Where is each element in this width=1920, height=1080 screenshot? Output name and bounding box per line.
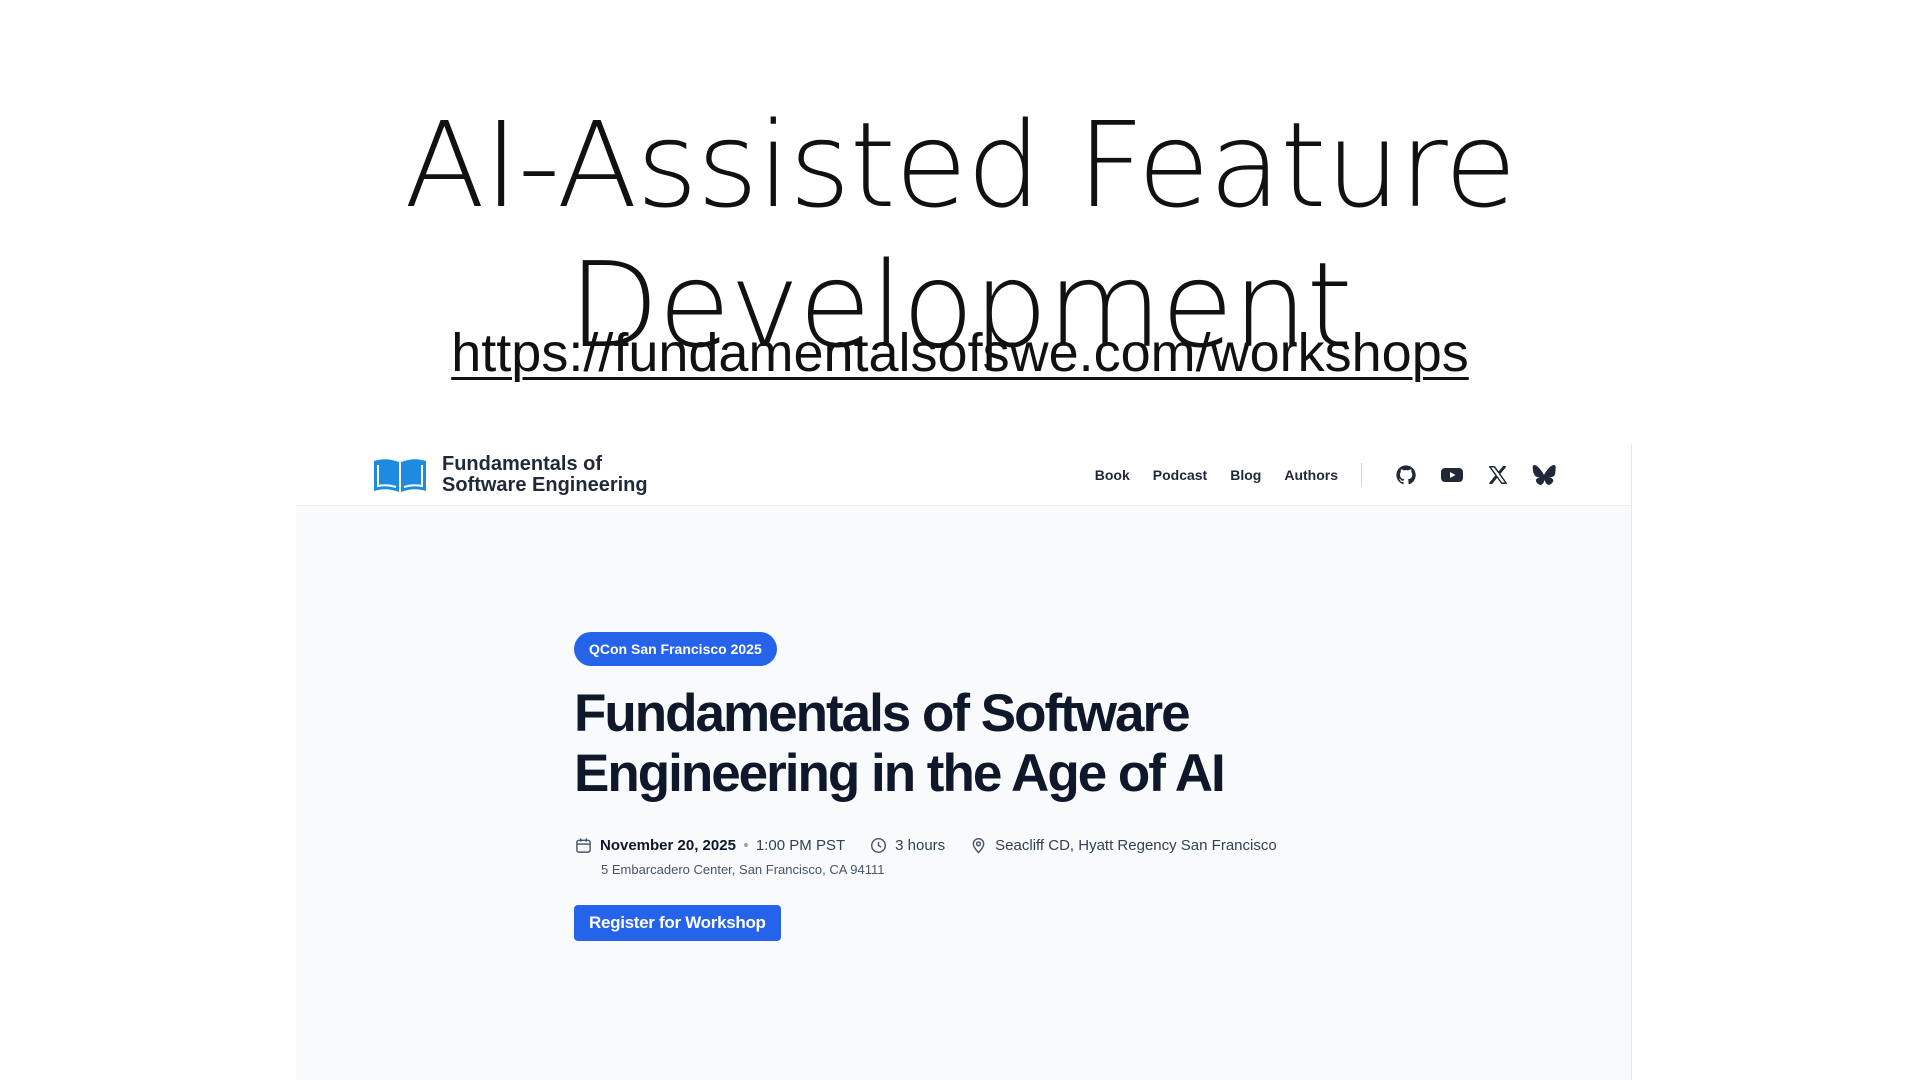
main-nav: Book Podcast Blog Authors	[1072, 444, 1556, 506]
event-title-line2: Engineering in the Age of AI	[574, 744, 1226, 803]
event-date: November 20, 2025	[600, 836, 736, 854]
github-icon[interactable]	[1394, 463, 1418, 487]
separator-dot	[743, 843, 748, 847]
event-meta: November 20, 2025 1:00 PM PST 3 hours Se…	[574, 834, 1474, 856]
map-pin-icon	[969, 836, 987, 854]
presentation-slide: AI-Assisted Feature Development https://…	[0, 0, 1920, 1080]
event-title-line1: Fundamentals of Software	[574, 684, 1191, 743]
event-duration-group: 3 hours	[869, 836, 945, 854]
nav-podcast[interactable]: Podcast	[1153, 467, 1207, 483]
slide-url-container: https://fundamentalsofswe.com/workshops	[0, 318, 1920, 388]
youtube-icon[interactable]	[1440, 463, 1464, 487]
event-venue: Seacliff CD, Hyatt Regency San Francisco	[995, 836, 1277, 854]
nav-divider	[1361, 463, 1362, 487]
brand-logo-link[interactable]: Fundamentals of Software Engineering	[372, 451, 648, 499]
register-workshop-button[interactable]: Register for Workshop	[574, 905, 781, 941]
event-duration: 3 hours	[895, 836, 946, 854]
event-hero: QCon San Francisco 2025 Fundamentals of …	[574, 632, 1474, 941]
nav-book[interactable]: Book	[1095, 467, 1130, 483]
nav-authors[interactable]: Authors	[1284, 467, 1338, 483]
open-book-icon	[374, 459, 426, 492]
brand-name: Fundamentals of Software Engineering	[442, 454, 648, 496]
calendar-icon	[574, 836, 592, 854]
event-badge: QCon San Francisco 2025	[574, 632, 777, 666]
event-address: 5 Embarcadero Center, San Francisco, CA …	[601, 862, 885, 877]
nav-blog[interactable]: Blog	[1230, 467, 1261, 483]
brand-name-line2: Software Engineering	[442, 474, 648, 496]
site-header: Fundamentals of Software Engineering Boo…	[296, 444, 1631, 506]
x-icon[interactable]	[1486, 463, 1510, 487]
bluesky-icon[interactable]	[1532, 463, 1556, 487]
event-venue-group: Seacliff CD, Hyatt Regency San Francisco	[969, 836, 1277, 854]
event-time: 1:00 PM PST	[755, 836, 846, 854]
workshops-url-link[interactable]: https://fundamentalsofswe.com/workshops	[451, 323, 1468, 383]
website-screenshot: Fundamentals of Software Engineering Boo…	[296, 444, 1632, 1080]
clock-icon	[869, 836, 887, 854]
brand-name-line1: Fundamentals of	[442, 453, 603, 475]
event-title: Fundamentals of Software Engineering in …	[574, 684, 1474, 804]
event-date-time: November 20, 2025 1:00 PM PST	[574, 836, 845, 854]
